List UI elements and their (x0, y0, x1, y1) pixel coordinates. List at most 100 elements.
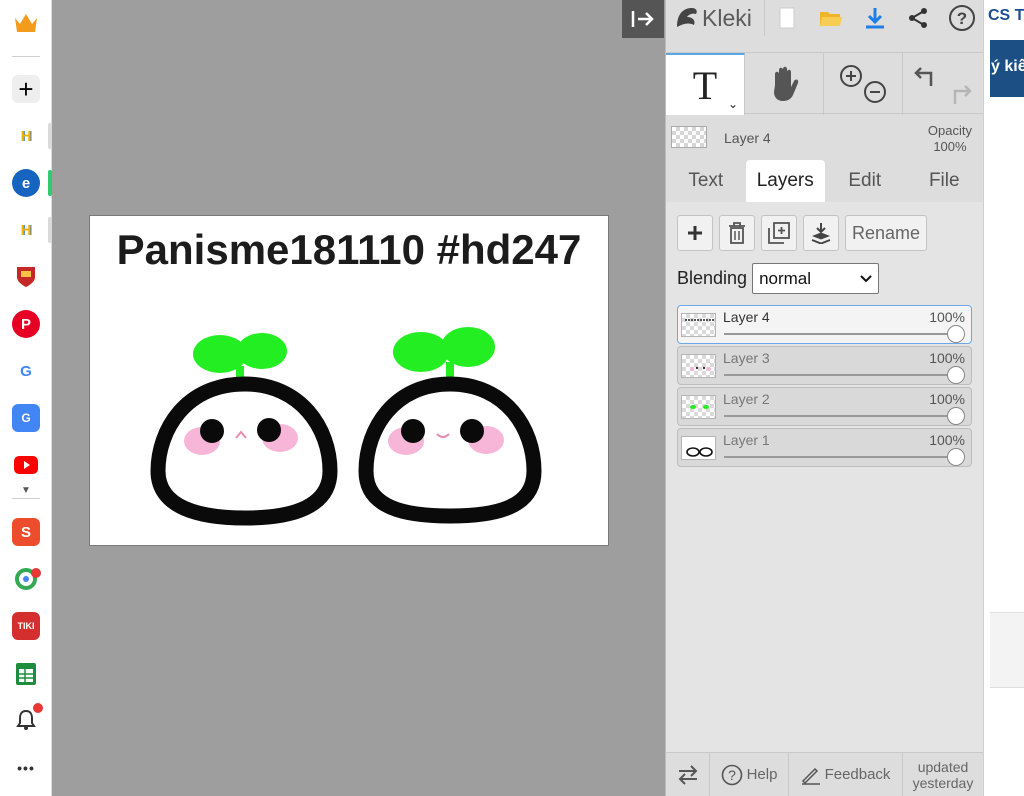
h-app-icon-2[interactable]: H (12, 216, 40, 244)
rename-layer-button[interactable]: Rename (845, 215, 928, 251)
text-tool-button[interactable]: T ⌄ (666, 53, 745, 115)
tiki-icon[interactable]: TIKI (12, 612, 40, 640)
redo-icon[interactable] (953, 85, 972, 104)
add-icon[interactable]: + (12, 73, 40, 104)
layer-item-2[interactable]: Layer 2 100% (677, 387, 972, 426)
feedback-label: Feedback (824, 766, 891, 783)
browser-sidebar: + H e H P G G ▼ S TIKI ••• (0, 0, 52, 796)
maps-notification-dot (31, 568, 41, 578)
right-sprout-character (358, 327, 542, 524)
new-image-button[interactable] (765, 0, 809, 36)
sheets-icon[interactable] (12, 660, 40, 688)
sidebar-divider-2 (12, 498, 40, 499)
layers-section: Rename Blending normal Layer 4 100% Laye… (666, 202, 984, 752)
duplicate-icon (768, 222, 790, 244)
blending-select[interactable]: normal (752, 263, 880, 294)
drawing-canvas[interactable]: Panisme181110 #hd247 (89, 215, 609, 546)
pinterest-glyph: P (20, 315, 31, 333)
edge-icon[interactable]: e (12, 169, 40, 197)
layer-4-opacity-track[interactable] (724, 333, 957, 335)
blending-row: Blending normal (677, 263, 880, 294)
chevron-down-icon[interactable]: ▼ (12, 484, 40, 496)
feedback-pen-icon (801, 767, 820, 785)
layer-3-opacity-track[interactable] (724, 374, 957, 376)
opacity-value: 100% (933, 139, 967, 154)
merge-down-icon (811, 223, 831, 244)
tab-text[interactable]: Text (666, 160, 746, 202)
layer-actions: Rename (677, 215, 928, 251)
share-button[interactable] (897, 0, 941, 36)
crown-icon[interactable] (12, 9, 40, 37)
tool-row: T ⌄ (666, 52, 984, 115)
opacity-label: Opacity (927, 123, 972, 138)
chevron-down-icon[interactable]: ⌄ (728, 97, 738, 111)
delete-layer-button[interactable] (719, 215, 755, 251)
layer-list: Layer 4 100% Layer 3 100% Layer 2 100% L… (677, 305, 972, 469)
undo-redo-icons (913, 67, 972, 104)
tab-file[interactable]: File (905, 160, 985, 202)
shield-app-icon[interactable] (12, 263, 40, 291)
add-layer-button[interactable] (677, 215, 713, 251)
translate-icon[interactable]: G (12, 404, 40, 432)
layer-item-4[interactable]: Layer 4 100% (677, 305, 972, 344)
new-file-icon (779, 7, 795, 29)
layer-item-1[interactable]: Layer 1 100% (677, 428, 972, 467)
google-icon[interactable]: G (12, 357, 40, 385)
updated-info[interactable]: updated yesterday (903, 753, 983, 796)
layer-4-opacity-knob[interactable] (947, 325, 965, 343)
layer-2-name: Layer 2 (723, 391, 770, 407)
add-icon-glyph: + (18, 73, 34, 104)
duplicate-layer-button[interactable] (761, 215, 797, 251)
svg-text:?: ? (728, 767, 736, 783)
peek-bottom-box (990, 612, 1024, 688)
trash-icon (729, 222, 745, 244)
google-glyph: G (20, 362, 32, 380)
open-file-button[interactable] (809, 0, 853, 36)
layer-1-opacity: 100% (929, 432, 965, 448)
layer-4-opacity: 100% (929, 309, 965, 325)
pinterest-icon[interactable]: P (12, 310, 40, 338)
help-button[interactable]: ? (940, 0, 984, 36)
tab-layers[interactable]: Layers (745, 160, 825, 202)
zoom-icons (840, 65, 886, 103)
collapse-panel-button[interactable] (622, 0, 664, 38)
merge-layer-button[interactable] (803, 215, 839, 251)
kleki-logo[interactable]: Kleki (666, 0, 766, 36)
kleki-logo-text: Kleki (702, 4, 752, 31)
swap-side-button[interactable] (666, 753, 710, 796)
help-icon: ? (949, 5, 976, 31)
blending-label: Blending (677, 268, 748, 288)
hand-icon (774, 66, 799, 101)
zoom-out-icon[interactable] (864, 81, 886, 103)
undo-icon[interactable] (913, 67, 932, 86)
hand-tool-button[interactable] (745, 53, 824, 115)
sidebar-divider (12, 56, 40, 57)
more-icon[interactable]: ••• (12, 754, 40, 782)
updated-line-2: yesterday (912, 774, 974, 791)
layer-1-opacity-knob[interactable] (947, 448, 965, 466)
translate-glyph: G (21, 411, 31, 425)
active-layer-name: Layer 4 (724, 130, 771, 146)
footer-help-button[interactable]: ? Help (710, 753, 789, 796)
youtube-icon[interactable] (12, 451, 40, 479)
swap-arrows-icon (678, 764, 697, 785)
canvas-area[interactable]: Panisme181110 #hd247 (52, 0, 665, 796)
download-button[interactable] (853, 0, 897, 36)
tab-edit[interactable]: Edit (825, 160, 905, 202)
layer-1-thumbnail (681, 436, 716, 460)
h-app-glyph-2: H (20, 221, 32, 239)
app-root: + H e H P G G ▼ S TIKI ••• Panisme181110… (0, 0, 1024, 796)
shopee-icon[interactable]: S (12, 518, 40, 546)
layer-3-opacity: 100% (929, 350, 965, 366)
feedback-button[interactable]: Feedback (789, 753, 903, 796)
layer-2-opacity-knob[interactable] (947, 407, 965, 425)
zoom-controls (824, 53, 903, 115)
left-sprout-character (150, 333, 338, 526)
zoom-in-icon[interactable] (840, 65, 862, 87)
tiki-glyph: TIKI (17, 621, 35, 631)
h-app-icon[interactable]: H (12, 122, 40, 150)
layer-3-opacity-knob[interactable] (947, 366, 965, 384)
layer-1-opacity-track[interactable] (724, 456, 957, 458)
layer-item-3[interactable]: Layer 3 100% (677, 346, 972, 385)
layer-2-opacity-track[interactable] (724, 415, 957, 417)
